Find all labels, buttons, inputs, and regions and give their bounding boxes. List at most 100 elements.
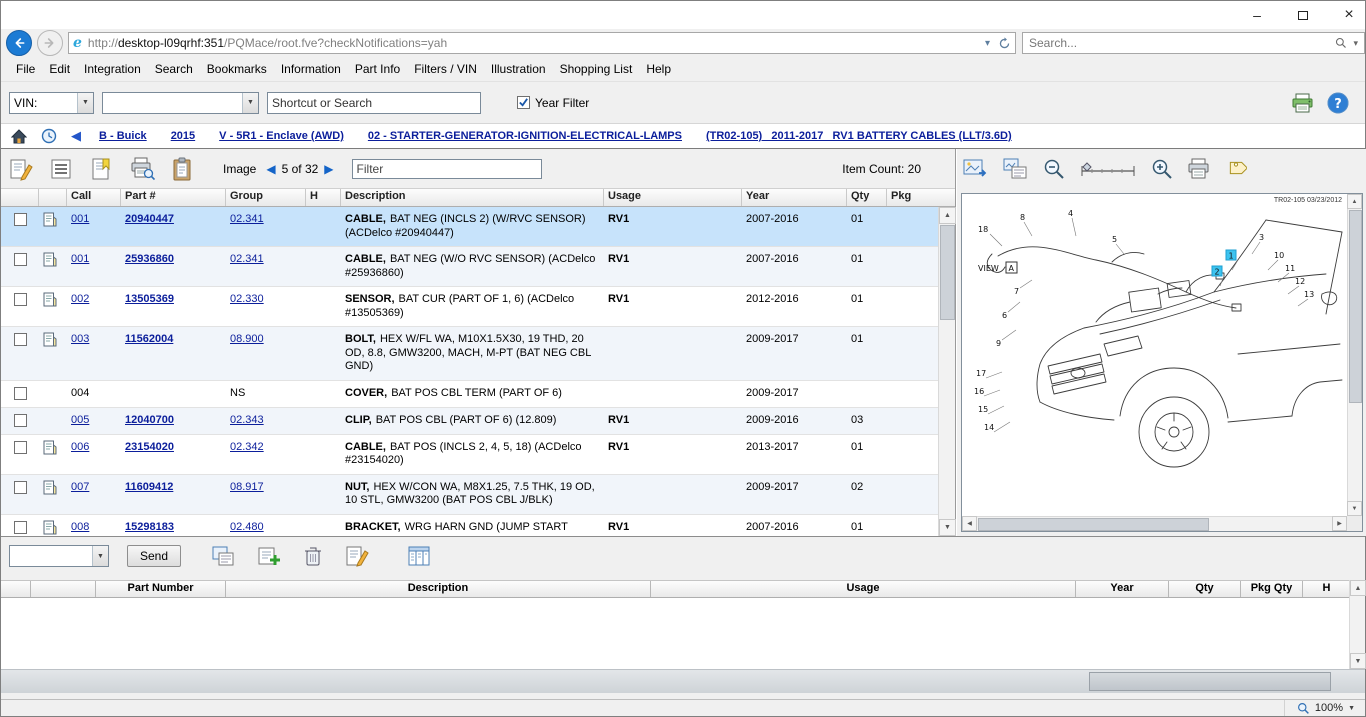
call-link[interactable]: 001 xyxy=(71,253,89,265)
illustration-scroll-down-button[interactable]: ▼ xyxy=(1347,501,1362,516)
zoom-in-button[interactable] xyxy=(1151,158,1173,180)
header-checkbox-col[interactable] xyxy=(1,189,39,206)
part-number-link[interactable]: 23154020 xyxy=(125,441,174,453)
part-number-link[interactable]: 13505369 xyxy=(125,293,174,305)
call-link[interactable]: 002 xyxy=(71,293,89,305)
callout-6[interactable]: 6 xyxy=(1002,311,1007,320)
document-icon[interactable] xyxy=(43,252,63,267)
call-link[interactable]: 001 xyxy=(71,213,89,225)
row-checkbox[interactable] xyxy=(14,333,27,346)
send-button[interactable]: Send xyxy=(127,545,181,567)
callout-17[interactable]: 17 xyxy=(976,369,986,378)
part-number-link[interactable]: 11609412 xyxy=(125,481,173,493)
breadcrumb-link-5[interactable]: (TR02-105) 2011-2017 RV1 BATTERY CABLES … xyxy=(706,130,1012,142)
header-year[interactable]: Year xyxy=(1076,581,1169,597)
header-usage[interactable]: Usage xyxy=(651,581,1076,597)
callout-15[interactable]: 15 xyxy=(978,405,988,414)
search-icon[interactable] xyxy=(1335,37,1347,49)
parts-table-row[interactable]: 001 20940447 02.341 CABLE,BAT NEG (INCLS… xyxy=(1,207,955,247)
scroll-down-button[interactable]: ▼ xyxy=(939,519,956,536)
callout-5[interactable]: 5 xyxy=(1112,235,1117,244)
row-checkbox[interactable] xyxy=(14,253,27,266)
group-link[interactable]: 08.900 xyxy=(230,333,264,345)
document-icon[interactable] xyxy=(43,440,63,455)
document-icon[interactable] xyxy=(43,480,63,495)
browser-back-button[interactable] xyxy=(6,30,32,56)
illustration-scroll-right-button[interactable]: ▶ xyxy=(1332,516,1347,531)
print-illustration-button[interactable] xyxy=(1187,158,1211,180)
export-illustration-button[interactable] xyxy=(963,158,989,180)
menu-part-info[interactable]: Part Info xyxy=(348,59,407,79)
menu-shopping-list[interactable]: Shopping List xyxy=(553,59,640,79)
zoom-slider[interactable] xyxy=(1079,159,1137,179)
menu-information[interactable]: Information xyxy=(274,59,348,79)
header-blank-1[interactable] xyxy=(1,581,31,597)
help-button[interactable]: ? xyxy=(1327,92,1349,114)
group-link[interactable]: 02.341 xyxy=(230,253,264,265)
header-h[interactable]: H xyxy=(1303,581,1351,597)
image-options-button[interactable] xyxy=(1003,158,1029,180)
breadcrumb-link-4[interactable]: 02 - STARTER-GENERATOR-IGNITION-ELECTRIC… xyxy=(368,130,682,142)
group-link[interactable]: 02.341 xyxy=(230,213,264,225)
document-icon[interactable] xyxy=(43,520,63,535)
call-link[interactable]: 007 xyxy=(71,481,89,493)
year-filter-control[interactable]: Year Filter xyxy=(517,96,589,110)
document-icon[interactable] xyxy=(43,292,63,307)
breadcrumb-back-button[interactable]: ◀ xyxy=(71,128,81,144)
header-part-number[interactable]: Part Number xyxy=(96,581,226,597)
browser-search-input[interactable] xyxy=(1029,36,1335,50)
vin-value-dropdown[interactable]: ▼ xyxy=(102,92,259,114)
next-image-button[interactable]: ▶ xyxy=(324,162,333,176)
illustration-hscrollbar[interactable]: ◀ ▶ xyxy=(962,516,1347,531)
menu-search[interactable]: Search xyxy=(148,59,200,79)
shopping-list-scrollbar[interactable]: ▲ ▼ xyxy=(1349,580,1365,669)
browser-forward-button[interactable] xyxy=(37,30,63,56)
address-dropdown-icon[interactable]: ▾ xyxy=(985,38,990,49)
hotspot-tag-button[interactable] xyxy=(1225,158,1247,180)
callout-16[interactable]: 16 xyxy=(974,387,984,396)
address-bar[interactable]: e http://desktop-l09qrhf:351/PQMace/root… xyxy=(68,32,1016,54)
scroll-thumb[interactable] xyxy=(940,225,955,320)
illustration-canvas[interactable]: TR02-105 03/23/2012 xyxy=(961,193,1363,532)
edit-notes-button[interactable] xyxy=(9,157,33,181)
zoom-control[interactable]: 100% ▼ xyxy=(1284,700,1365,716)
group-link[interactable]: 02.343 xyxy=(230,414,264,426)
parts-table-row[interactable]: 007 11609412 08.917 NUT,HEX W/CON WA, M8… xyxy=(1,475,955,515)
callout-11[interactable]: 11 xyxy=(1285,264,1295,273)
menu-edit[interactable]: Edit xyxy=(42,59,77,79)
part-number-link[interactable]: 20940447 xyxy=(125,213,174,225)
zoom-out-button[interactable] xyxy=(1043,158,1065,180)
parts-table-row[interactable]: 002 13505369 02.330 SENSOR,BAT CUR (PART… xyxy=(1,287,955,327)
header-part-number[interactable]: Part # xyxy=(121,189,226,206)
list-scroll-down-button[interactable]: ▼ xyxy=(1350,653,1366,669)
menu-help[interactable]: Help xyxy=(639,59,678,79)
parts-table-row[interactable]: 003 11562004 08.900 BOLT,HEX W/FL WA, M1… xyxy=(1,327,955,381)
print-preview-button[interactable] xyxy=(129,157,155,181)
group-link[interactable]: 02.480 xyxy=(230,521,264,533)
callout-8[interactable]: 8 xyxy=(1020,213,1025,222)
header-description[interactable]: Description xyxy=(341,189,604,206)
edit-item-button[interactable] xyxy=(345,545,369,567)
header-blank-2[interactable] xyxy=(31,581,96,597)
call-link[interactable]: 008 xyxy=(71,521,89,533)
callout-4[interactable]: 4 xyxy=(1068,209,1073,218)
row-checkbox[interactable] xyxy=(14,414,27,427)
illustration-vscrollbar[interactable]: ▲ ▼ xyxy=(1347,194,1362,516)
part-number-link[interactable]: 15298183 xyxy=(125,521,174,533)
group-link[interactable]: 02.342 xyxy=(230,441,264,453)
send-target-dropdown[interactable]: ▼ xyxy=(9,545,109,567)
copy-list-button[interactable] xyxy=(211,545,235,567)
row-checkbox[interactable] xyxy=(14,387,27,400)
minimize-button[interactable]: – xyxy=(1249,7,1265,23)
home-button[interactable] xyxy=(11,129,27,144)
row-checkbox[interactable] xyxy=(14,521,27,534)
header-pkg-qty[interactable]: Pkg Qty xyxy=(1241,581,1303,597)
breadcrumb-link-1[interactable]: B - Buick xyxy=(99,130,147,142)
header-pkg[interactable]: Pkg xyxy=(887,189,939,206)
close-button[interactable]: × xyxy=(1341,6,1357,24)
parts-table-row[interactable]: 008 15298183 02.480 BRACKET,WRG HARN GND… xyxy=(1,515,955,537)
illustration-scroll-up-button[interactable]: ▲ xyxy=(1347,194,1362,209)
menu-illustration[interactable]: Illustration xyxy=(484,59,553,79)
document-icon[interactable] xyxy=(43,332,63,347)
parts-table-row[interactable]: 005 12040700 02.343 CLIP,BAT POS CBL (PA… xyxy=(1,408,955,435)
